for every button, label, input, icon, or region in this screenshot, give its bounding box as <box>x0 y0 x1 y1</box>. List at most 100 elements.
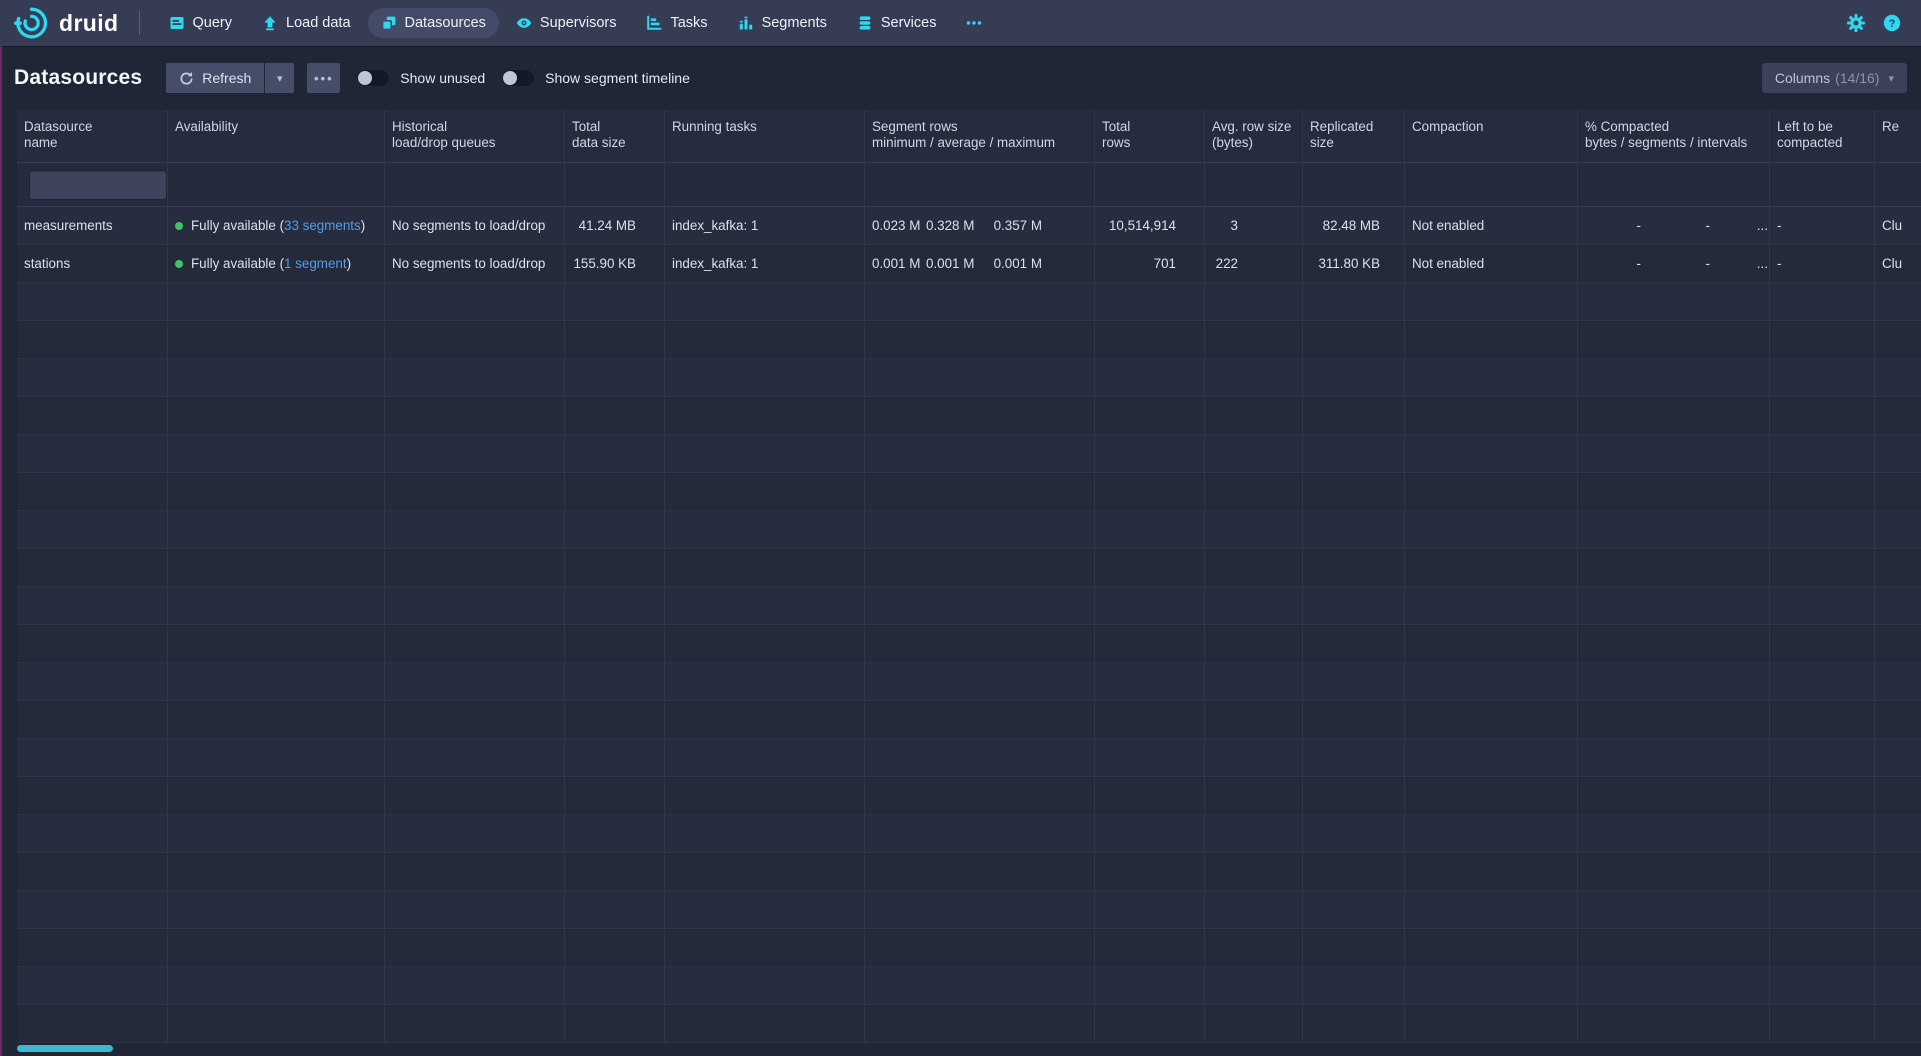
empty-cell <box>1405 929 1578 967</box>
cell-name[interactable]: stations <box>17 245 168 283</box>
show-unused-toggle-group: Show unused <box>356 69 485 87</box>
empty-cell <box>1205 587 1303 625</box>
empty-cell <box>665 283 865 321</box>
empty-cell <box>1205 777 1303 815</box>
empty-cell <box>168 701 385 739</box>
empty-cell <box>385 739 565 777</box>
nav-item-load-data[interactable]: Load data <box>249 8 364 38</box>
value: 0.001 M <box>926 256 970 271</box>
empty-cell <box>665 321 865 359</box>
show-unused-label: Show unused <box>400 70 485 86</box>
help-icon[interactable]: ? <box>1883 14 1901 32</box>
empty-cell <box>1875 967 1921 1005</box>
empty-cell <box>1303 777 1405 815</box>
nav-item-more[interactable] <box>953 8 995 38</box>
column-header-compaction[interactable]: Compaction <box>1405 110 1578 163</box>
empty-cell <box>168 283 385 321</box>
empty-cell <box>665 511 865 549</box>
empty-cell <box>865 625 1095 663</box>
more-actions-button[interactable]: ••• <box>307 63 340 93</box>
column-header-name[interactable]: Datasourcename <box>17 110 168 163</box>
segments-icon <box>738 15 754 31</box>
empty-cell <box>1875 587 1921 625</box>
empty-cell <box>1095 1005 1205 1043</box>
empty-cell <box>665 891 865 929</box>
refresh-dropdown-button[interactable]: ▾ <box>265 63 294 93</box>
column-header-load_drop[interactable]: Historicalload/drop queues <box>385 110 565 163</box>
empty-cell <box>1405 815 1578 853</box>
empty-cell <box>385 891 565 929</box>
empty-cell <box>565 701 665 739</box>
empty-cell <box>1303 549 1405 587</box>
page-title: Datasources <box>14 66 142 90</box>
cell-percent_compacted: --... <box>1578 245 1770 283</box>
empty-cell <box>1205 359 1303 397</box>
nav-item-tasks[interactable]: Tasks <box>633 8 720 38</box>
nav-item-services[interactable]: Services <box>844 8 950 38</box>
value: - <box>1585 218 1641 233</box>
empty-cell <box>1770 625 1875 663</box>
table-filter-row <box>17 163 1921 207</box>
datasource-row-measurements: measurementsFully available (33 segments… <box>17 207 1921 245</box>
empty-cell <box>1770 283 1875 321</box>
empty-cell <box>665 815 865 853</box>
empty-cell <box>1303 511 1405 549</box>
column-header-availability[interactable]: Availability <box>168 110 385 163</box>
empty-cell <box>1875 359 1921 397</box>
segments-link[interactable]: 1 segment <box>284 256 347 271</box>
datasource-name-filter-input[interactable] <box>29 170 167 200</box>
column-header-total_rows[interactable]: Totalrows <box>1095 110 1205 163</box>
empty-cell <box>17 853 168 891</box>
column-header-replicated_size[interactable]: Replicatedsize <box>1303 110 1405 163</box>
refresh-button[interactable]: Refresh <box>166 63 264 93</box>
column-header-running_tasks[interactable]: Running tasks <box>665 110 865 163</box>
column-header-segment_rows[interactable]: Segment rowsminimum / average / maximum <box>865 110 1095 163</box>
columns-button[interactable]: Columns (14/16) ▾ <box>1762 63 1907 93</box>
show-unused-toggle[interactable] <box>356 69 390 87</box>
empty-cell <box>1875 929 1921 967</box>
segments-link[interactable]: 33 segments <box>284 218 361 233</box>
nav-item-datasources[interactable]: Datasources <box>368 8 499 38</box>
nav-divider <box>139 11 140 35</box>
empty-cell <box>1205 891 1303 929</box>
empty-cell <box>565 397 665 435</box>
cell-left_to_be_compacted: - <box>1770 245 1875 283</box>
show-segment-timeline-toggle[interactable] <box>501 69 535 87</box>
empty-cell <box>1770 473 1875 511</box>
supervisors-icon <box>516 15 532 31</box>
druid-logo[interactable]: druid <box>14 6 119 40</box>
empty-cell <box>665 359 865 397</box>
nav-item-supervisors[interactable]: Supervisors <box>503 8 630 38</box>
empty-cell <box>17 587 168 625</box>
refresh-split-button: Refresh ▾ <box>166 63 294 93</box>
filter-cell-left_to_be_compacted <box>1770 163 1875 207</box>
empty-cell <box>1303 701 1405 739</box>
column-header-percent_compacted[interactable]: % Compactedbytes / segments / intervals <box>1578 110 1770 163</box>
nav-item-query[interactable]: Query <box>156 8 246 38</box>
empty-cell <box>385 473 565 511</box>
empty-cell <box>865 397 1095 435</box>
empty-row <box>17 511 1921 549</box>
column-header-retention[interactable]: Re <box>1875 110 1921 163</box>
empty-cell <box>168 625 385 663</box>
settings-gear-icon[interactable] <box>1847 14 1865 32</box>
empty-cell <box>1205 625 1303 663</box>
empty-cell <box>1303 397 1405 435</box>
value: 0.357 M <box>984 218 1042 233</box>
empty-row <box>17 1005 1921 1043</box>
nav-label: Load data <box>286 15 351 31</box>
empty-cell <box>1205 1005 1303 1043</box>
datasources-table: DatasourcenameAvailabilityHistoricalload… <box>17 110 1921 1043</box>
horizontal-scrollbar-thumb[interactable] <box>17 1045 113 1052</box>
nav-item-segments[interactable]: Segments <box>725 8 840 38</box>
empty-cell <box>168 739 385 777</box>
toggle-knob <box>358 71 372 85</box>
cell-name[interactable]: measurements <box>17 207 168 245</box>
empty-cell <box>17 739 168 777</box>
column-header-avg_row_size[interactable]: Avg. row size(bytes) <box>1205 110 1303 163</box>
empty-cell <box>17 777 168 815</box>
column-header-left_to_be_compacted[interactable]: Left to becompacted <box>1770 110 1875 163</box>
empty-cell <box>17 815 168 853</box>
column-header-total_data_size[interactable]: Totaldata size <box>565 110 665 163</box>
empty-cell <box>665 587 865 625</box>
